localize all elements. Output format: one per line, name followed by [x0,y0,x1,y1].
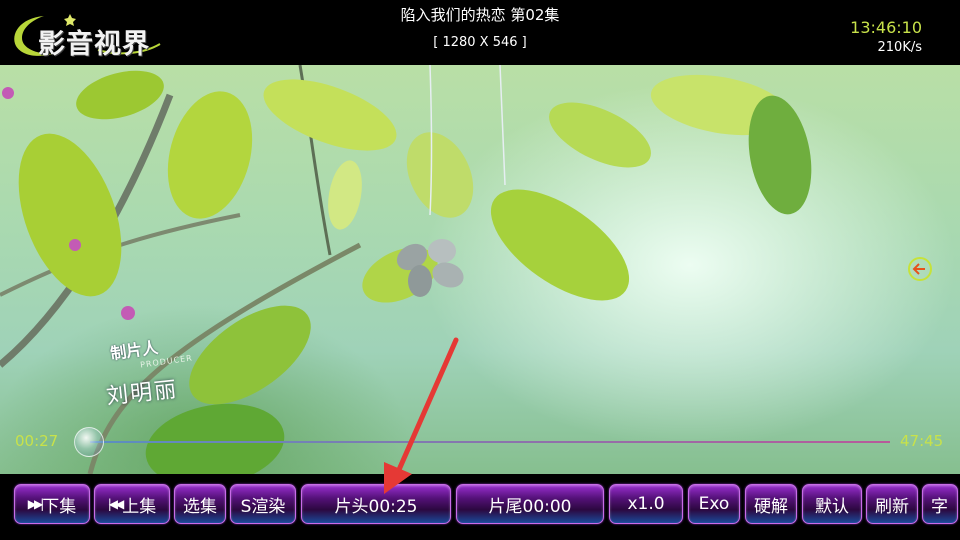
intro-skip-button[interactable]: 片头00:25 [301,484,451,524]
total-time: 47:45 [900,432,944,450]
video-resolution: [ 1280 X 546 ] [433,35,527,50]
episode-title: 陷入我们的热恋 第02集 [400,6,560,24]
outro-skip-button[interactable]: 片尾00:00 [456,484,604,524]
clock: 13:46:10 [850,18,922,37]
player-screen: 影音视界 陷入我们的热恋 第02集 [ 1280 X 546 ] 13:46:1… [0,0,960,540]
previous-episode-label: 上集 [122,496,157,517]
current-time: 00:27 [15,432,59,450]
logo-text: 影音视界 [38,29,150,60]
decoder-button[interactable]: 硬解 [745,484,797,524]
network-speed: 210K/s [877,40,923,55]
player-engine-button[interactable]: Exo [688,484,740,524]
video-scene [0,65,812,474]
video-frame[interactable]: 制片人 PRODUCER 刘明丽 00:27 47:45 [0,65,960,474]
refresh-button[interactable]: 刷新 [866,484,918,524]
title-block: 陷入我们的热恋 第02集 [ 1280 X 546 ] [250,4,710,53]
scale-mode-button[interactable]: 默认 [802,484,862,524]
render-button[interactable]: S渲染 [230,484,296,524]
control-bar: ▶▶| 下集 |◀◀ 上集 选集 S渲染 片头00:25 片尾00:00 x1.… [0,474,960,540]
skip-next-icon: ▶▶| [27,497,44,511]
skip-previous-icon: |◀◀ [107,497,124,511]
subtitle-button[interactable]: 字 [922,484,958,524]
playback-speed-button[interactable]: x1.0 [609,484,683,524]
back-arrow-icon[interactable] [908,257,932,281]
next-episode-button[interactable]: ▶▶| 下集 [14,484,90,524]
next-episode-label: 下集 [42,496,77,517]
previous-episode-button[interactable]: |◀◀ 上集 [94,484,170,524]
app-logo: 影音视界 [8,10,168,62]
select-episode-button[interactable]: 选集 [174,484,226,524]
back-arrow-glyph [912,263,925,275]
progress-knob[interactable] [74,427,104,457]
top-bar: 影音视界 陷入我们的热恋 第02集 [ 1280 X 546 ] 13:46:1… [0,0,960,65]
progress-bar[interactable] [90,441,890,443]
